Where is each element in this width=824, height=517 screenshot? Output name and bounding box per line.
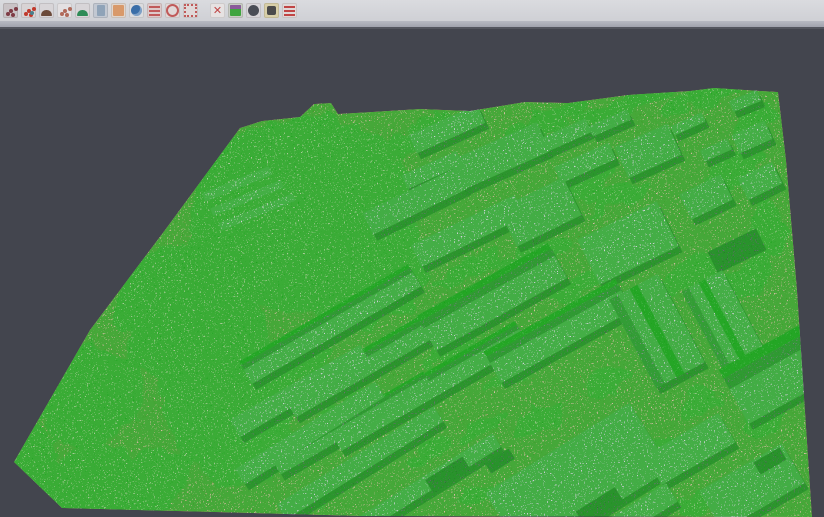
maroon-points-icon[interactable] — [3, 3, 18, 18]
align-points-icon[interactable] — [21, 3, 36, 18]
3d-viewport[interactable] — [0, 29, 824, 517]
globe-icon[interactable] — [129, 3, 144, 18]
terrain-mesh — [0, 78, 824, 517]
terrain-green-icon[interactable] — [75, 3, 90, 18]
toolbar-separator — [201, 3, 207, 18]
hourglass-tool-icon[interactable] — [264, 3, 279, 18]
target-ring-icon[interactable] — [165, 3, 180, 18]
red-stripes-icon[interactable] — [282, 3, 297, 18]
classification-map-icon[interactable] — [228, 3, 243, 18]
point-cloud-render — [0, 29, 824, 517]
selection-corners-icon[interactable] — [183, 3, 198, 18]
ortho-tile-icon[interactable] — [111, 3, 126, 18]
toolbar-shadow — [0, 21, 824, 29]
application-window: ✕ — [0, 0, 824, 517]
terrain-brown-icon[interactable] — [39, 3, 54, 18]
clear-selection-icon[interactable]: ✕ — [210, 3, 225, 18]
red-table-icon[interactable] — [147, 3, 162, 18]
section-view-icon[interactable] — [93, 3, 108, 18]
sparse-points-icon[interactable] — [57, 3, 72, 18]
dark-sphere-icon[interactable] — [246, 3, 261, 18]
main-toolbar: ✕ — [0, 0, 824, 21]
